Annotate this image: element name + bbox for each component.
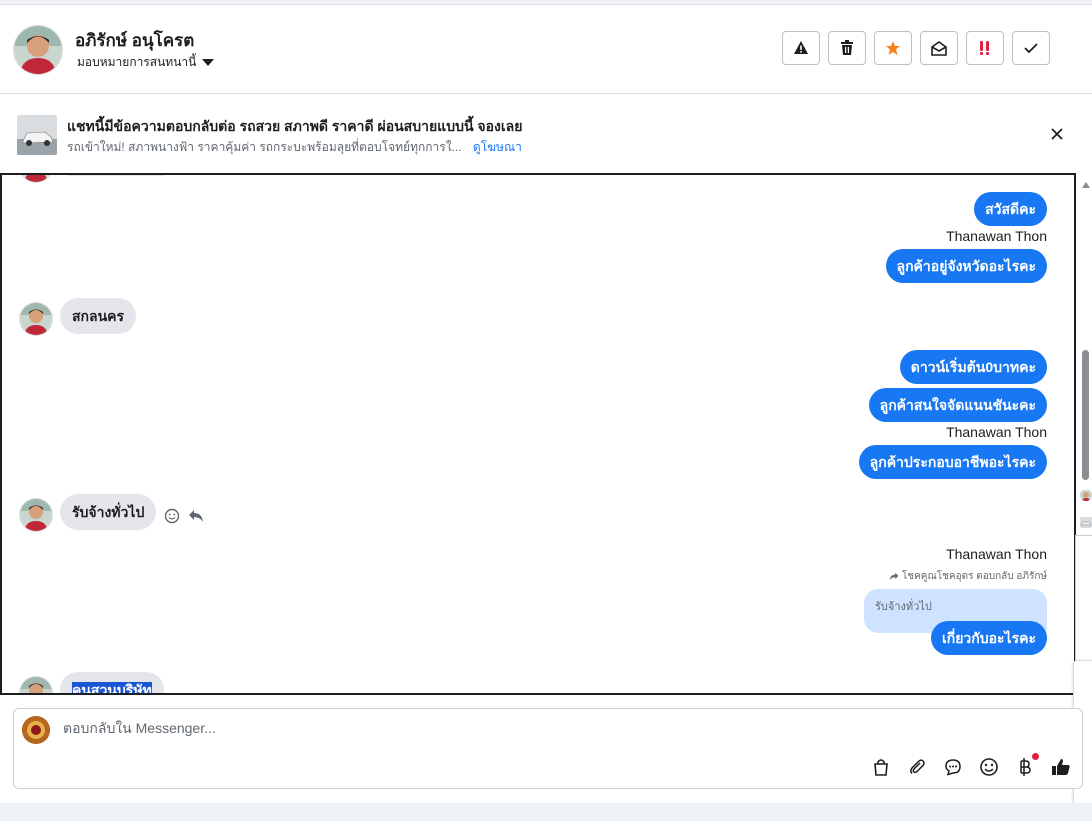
close-icon <box>1051 128 1063 140</box>
mark-done-button[interactable] <box>1012 31 1050 65</box>
incoming-message[interactable]: รับจ้างทั่วไป <box>60 494 157 530</box>
ad-subtitle: รถเข้าใหม่! สภาพนางฟ้า ราคาคุ้มค่า รถกระ… <box>67 138 522 157</box>
contact-avatar-small <box>19 175 53 183</box>
attach-button[interactable] <box>906 756 928 778</box>
clipped-message-bubble <box>68 175 166 176</box>
emoji-button[interactable] <box>978 756 1000 778</box>
assign-label: มอบหมายการสนทนานี้ <box>77 55 197 69</box>
shop-button[interactable] <box>870 756 892 778</box>
sender-name: Thanawan Thon <box>946 546 1047 562</box>
ad-thumbnail <box>17 115 57 155</box>
scroll-up-arrow[interactable] <box>1082 182 1090 188</box>
thumbs-up-icon <box>1052 759 1070 775</box>
mark-unread-button[interactable] <box>920 31 958 65</box>
conversation-header: อภิรักษ์ อนุโครต มอบหมายการสนทนานี้ <box>0 5 1092 94</box>
warning-icon <box>794 41 808 54</box>
star-icon <box>886 41 900 55</box>
sender-name: Thanawan Thon <box>946 228 1047 244</box>
sender-name: Thanawan Thon <box>946 424 1047 440</box>
envelope-open-icon <box>931 41 947 56</box>
saved-replies-button[interactable] <box>942 756 964 778</box>
like-button[interactable] <box>1050 756 1072 778</box>
ad-description: รถเข้าใหม่! สภาพนางฟ้า ราคาคุ้มค่า รถกระ… <box>67 140 462 154</box>
contact-name: อภิรักษ์ อนุโครต <box>75 31 195 50</box>
selected-text: คนสวนบริษัท <box>72 682 152 693</box>
outgoing-message[interactable]: ลูกค้าอยู่จังหวัดอะไรคะ <box>885 249 1047 283</box>
contact-avatar-small <box>19 676 53 693</box>
message-actions <box>164 508 204 524</box>
outgoing-message[interactable]: ดาวน์เริ่มต้น0บาทคะ <box>899 350 1047 384</box>
trash-icon <box>841 40 853 55</box>
message-composer <box>13 708 1083 789</box>
message-thread[interactable]: สวัสดีคะ Thanawan Thon ลูกค้าอยู่จังหวัด… <box>0 173 1076 695</box>
delete-button[interactable] <box>828 31 866 65</box>
emoji-icon <box>980 758 998 776</box>
incoming-message[interactable]: คนสวนบริษัท <box>60 672 164 693</box>
baht-icon <box>1020 758 1031 776</box>
reply-arrow-icon <box>889 572 899 581</box>
notification-dot <box>1032 753 1039 760</box>
side-avatar[interactable] <box>1080 489 1092 501</box>
quoted-text: รับจ้างทั่วไป <box>875 601 932 613</box>
chat-bubble-icon <box>945 759 961 776</box>
outgoing-message[interactable]: ลูกค้าประกอบอาชีพอะไรคะ <box>858 445 1047 479</box>
conversation-actions <box>782 31 1050 65</box>
page-avatar <box>22 716 50 744</box>
outgoing-message[interactable]: ลูกค้าสนใจจัดแนนชันะคะ <box>868 388 1047 422</box>
scrollbar-thumb[interactable] <box>1082 350 1089 480</box>
ad-title: แชทนี้มีข้อความตอบกลับต่อ รถสวย สภาพดี ร… <box>67 118 523 134</box>
shopping-bag-icon <box>874 759 888 776</box>
chevron-down-icon <box>202 59 215 66</box>
composer-toolbar <box>870 753 1072 778</box>
contact-avatar-small <box>19 498 53 532</box>
report-spam-button[interactable] <box>782 31 820 65</box>
ad-reply-banner: แชทนี้มีข้อความตอบกลับต่อ รถสวย สภาพดี ร… <box>0 94 1092 173</box>
reply-icon[interactable] <box>188 509 204 523</box>
outgoing-message[interactable]: เกี่ยวกับอะไรคะ <box>930 621 1047 655</box>
side-ad-thumbnail[interactable] <box>1080 516 1092 528</box>
outgoing-message[interactable]: สวัสดีคะ <box>974 192 1047 226</box>
incoming-message[interactable]: สกลนคร <box>60 298 137 334</box>
paperclip-icon <box>910 759 925 775</box>
message-input[interactable] <box>61 719 665 737</box>
view-ad-link[interactable]: ดูโฆษณา <box>473 140 522 154</box>
reply-indicator: โชคคูณโชคอุดร ตอบกลับ อภิรักษ์ <box>889 569 1047 584</box>
payment-button[interactable] <box>1014 753 1039 778</box>
side-panel-edge <box>1075 535 1092 661</box>
emoji-reaction-icon[interactable] <box>164 508 180 524</box>
page-footer-background <box>0 803 1092 821</box>
urgent-icon <box>980 41 989 55</box>
star-button[interactable] <box>874 31 912 65</box>
checkmark-icon <box>1024 43 1038 54</box>
reply-meta-text: โชคคูณโชคอุดร ตอบกลับ อภิรักษ์ <box>901 571 1047 582</box>
assign-conversation-dropdown[interactable]: มอบหมายการสนทนานี้ <box>77 53 215 72</box>
follow-up-button[interactable] <box>966 31 1004 65</box>
close-banner-button[interactable] <box>1050 127 1066 143</box>
contact-avatar[interactable] <box>13 25 63 75</box>
contact-avatar-small <box>19 302 53 336</box>
